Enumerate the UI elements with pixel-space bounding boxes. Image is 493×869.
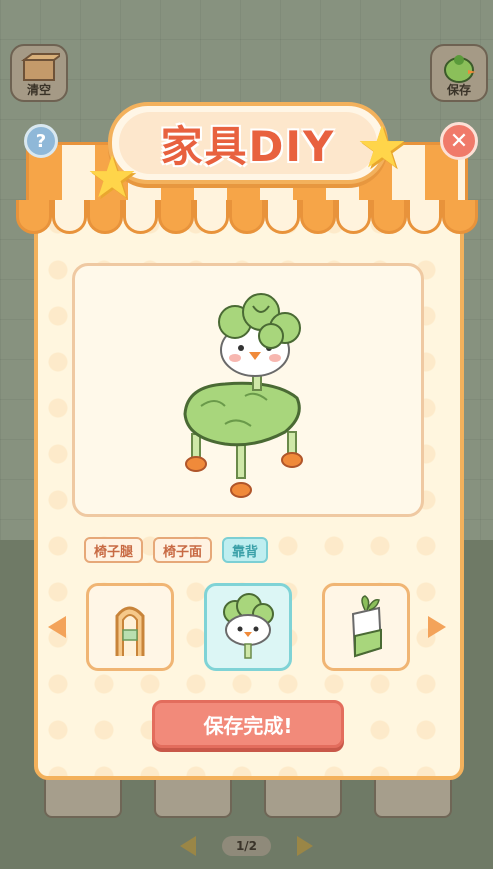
- star-icon: ★: [356, 113, 408, 181]
- close-button[interactable]: ✕: [440, 122, 478, 160]
- option-card-radish[interactable]: [322, 583, 410, 671]
- clear-button[interactable]: 清空: [10, 44, 68, 102]
- bird-icon: [444, 55, 476, 83]
- next-option-icon[interactable]: [428, 616, 446, 638]
- prev-option-icon[interactable]: [48, 616, 66, 638]
- save-scene-button[interactable]: 保存: [430, 44, 488, 102]
- option-card-arch[interactable]: [86, 583, 174, 671]
- title-sign: 家具DIY: [108, 102, 388, 184]
- tab-chair-seat[interactable]: 椅子面: [153, 537, 213, 563]
- star-icon: ★: [86, 143, 138, 211]
- help-button[interactable]: ?: [24, 124, 58, 158]
- clear-label: 清空: [26, 83, 51, 97]
- box-icon: [21, 53, 60, 81]
- option-card-cabbage[interactable]: [204, 583, 292, 671]
- part-tabs: 椅子腿 椅子面 靠背: [84, 537, 269, 563]
- tab-backrest[interactable]: 靠背: [222, 537, 269, 563]
- arch-backrest-icon: [115, 606, 145, 656]
- next-page-icon[interactable]: [297, 836, 314, 856]
- dialog-title: 家具DIY: [160, 121, 336, 171]
- prev-page-icon[interactable]: [179, 836, 196, 856]
- page-indicator: 1/2: [221, 836, 272, 856]
- pager: 1/2: [0, 836, 493, 856]
- tab-chair-legs[interactable]: 椅子腿: [84, 537, 144, 563]
- radish-backrest-icon: [351, 595, 383, 658]
- cabbage-backrest-icon: [223, 593, 274, 659]
- preview-area: [72, 263, 424, 517]
- chair-preview-image: [183, 293, 303, 498]
- save-done-button[interactable]: 保存完成!: [152, 700, 344, 748]
